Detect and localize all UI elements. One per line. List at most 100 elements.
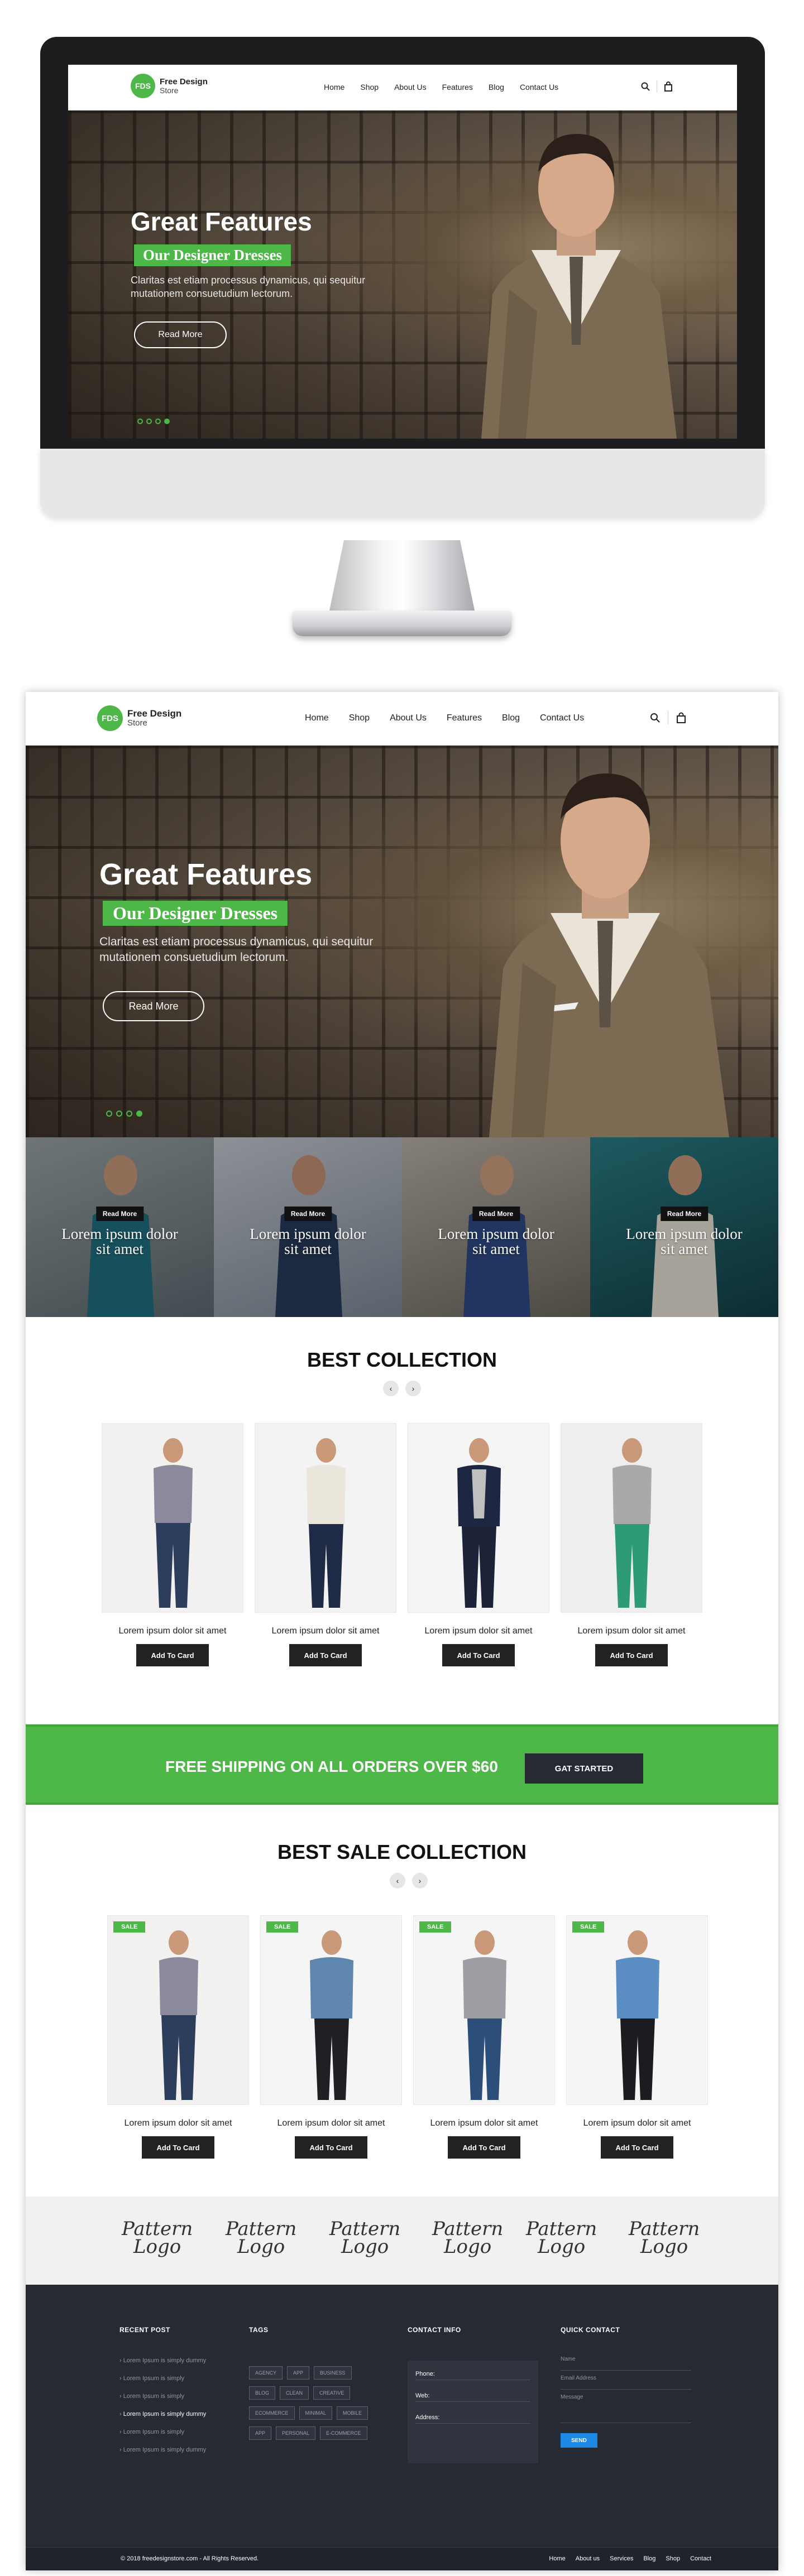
name-input[interactable]: Name [561, 2352, 691, 2371]
bag-icon[interactable] [664, 81, 673, 92]
tag-item[interactable]: CLEAN [280, 2386, 309, 2400]
logo[interactable]: FDS Free Design Store [97, 705, 181, 731]
tag-item[interactable]: APP [249, 2426, 272, 2440]
product-image[interactable] [561, 1423, 702, 1613]
brand-logo[interactable]: Pattern Logo [629, 2219, 700, 2257]
product-model-image [159, 1930, 198, 2100]
slide-dot-active[interactable] [164, 419, 170, 424]
add-to-cart-button[interactable]: Add To Card [442, 1644, 515, 1666]
nav-about[interactable]: About Us [390, 713, 427, 723]
product-image[interactable]: SALE [107, 1915, 249, 2105]
tag-item[interactable]: APP [287, 2366, 310, 2380]
tag-item[interactable]: CREATIVE [313, 2386, 351, 2400]
category-tile[interactable]: Read More Lorem ipsum dolor sit amet [214, 1137, 402, 1317]
slide-dot[interactable] [137, 419, 143, 424]
prev-arrow-button[interactable]: ‹ [383, 1381, 399, 1396]
email-input[interactable]: Email Address [561, 2371, 691, 2390]
tag-item[interactable]: ECOMMERCE [249, 2406, 295, 2420]
next-arrow-button[interactable]: › [405, 1381, 421, 1396]
prev-arrow-button[interactable]: ‹ [390, 1873, 405, 1888]
category-read-more-button[interactable]: Read More [472, 1207, 520, 1221]
add-to-cart-button[interactable]: Add To Card [595, 1644, 668, 1666]
nav-contact[interactable]: Contact Us [520, 83, 558, 92]
category-caption: Lorem ipsum dolor sit amet [61, 1225, 178, 1257]
product-image[interactable]: SALE [566, 1915, 708, 2105]
tag-item[interactable]: BUSINESS [314, 2366, 352, 2380]
category-read-more-button[interactable]: Read More [95, 1207, 144, 1221]
slide-dot[interactable] [116, 1111, 122, 1117]
send-button[interactable]: SEND [561, 2433, 597, 2448]
add-to-cart-button[interactable]: Add To Card [601, 2136, 673, 2159]
next-arrow-button[interactable]: › [412, 1873, 428, 1888]
tag-item[interactable]: MOBILE [337, 2406, 368, 2420]
nav-home[interactable]: Home [305, 713, 329, 723]
category-read-more-button[interactable]: Read More [284, 1207, 332, 1221]
footer-link-home[interactable]: Home [549, 2555, 565, 2562]
nav-features[interactable]: Features [442, 83, 473, 92]
nav-contact[interactable]: Contact Us [540, 713, 584, 723]
slide-dot-active[interactable] [136, 1111, 142, 1117]
product-card: Lorem ipsum dolor sit amet Add To Card [561, 1423, 702, 1666]
contact-address-label: Address: [415, 2414, 440, 2421]
tag-item[interactable]: MINIMAL [299, 2406, 333, 2420]
category-tile[interactable]: Read More Lorem ipsum dolor sit amet [402, 1137, 590, 1317]
slide-dot[interactable] [146, 419, 152, 424]
add-to-cart-button[interactable]: Add To Card [136, 1644, 209, 1666]
category-read-more-button[interactable]: Read More [660, 1207, 709, 1221]
message-input[interactable]: Message [561, 2390, 691, 2423]
add-to-cart-button[interactable]: Add To Card [142, 2136, 214, 2159]
category-tile[interactable]: Read More Lorem ipsum dolor sit amet [26, 1137, 214, 1317]
recent-post-link[interactable]: Lorem Ipsum is simply [119, 2429, 206, 2435]
footer-links: Home About us Services Blog Shop Contact [539, 2555, 711, 2562]
footer-link-services[interactable]: Services [610, 2555, 633, 2562]
tag-item[interactable]: BLOG [249, 2386, 276, 2400]
product-image[interactable] [255, 1423, 396, 1613]
nav-blog[interactable]: Blog [489, 83, 504, 92]
category-tile[interactable]: Read More Lorem ipsum dolor sit amet [590, 1137, 778, 1317]
hero-title: Great Features [99, 858, 313, 891]
recent-post-link[interactable]: Lorem Ipsum is simply dummy [119, 2411, 207, 2418]
brand-logo[interactable]: Pattern Logo [122, 2219, 193, 2257]
hero-read-more-button[interactable]: Read More [134, 321, 227, 348]
add-to-cart-button[interactable]: Add To Card [448, 2136, 520, 2159]
nav-shop[interactable]: Shop [349, 713, 370, 723]
nav-blog[interactable]: Blog [502, 713, 520, 723]
footer-link-shop[interactable]: Shop [666, 2555, 680, 2562]
tag-item[interactable]: E-COMMERCE [320, 2426, 367, 2440]
slide-dot[interactable] [126, 1111, 132, 1117]
hero-read-more-button[interactable]: Read More [103, 991, 204, 1021]
get-started-button[interactable]: GAT STARTED [525, 1753, 643, 1784]
bag-icon[interactable] [676, 712, 686, 723]
brand-logo[interactable]: Pattern Logo [526, 2219, 597, 2257]
recent-post-link[interactable]: Lorem Ipsum is simply [119, 2375, 206, 2382]
nav-shop[interactable]: Shop [360, 83, 379, 92]
nav-home[interactable]: Home [324, 83, 344, 92]
product-image[interactable]: SALE [413, 1915, 555, 2105]
footer-link-about[interactable]: About us [576, 2555, 600, 2562]
product-image[interactable] [408, 1423, 549, 1613]
tag-item[interactable]: PERSONAL [276, 2426, 316, 2440]
recent-post-link[interactable]: Lorem Ipsum is simply dummy [119, 2357, 207, 2364]
search-icon[interactable] [641, 82, 650, 91]
product-image[interactable] [102, 1423, 243, 1613]
mini-navbar: FDS Free Design Store Home Shop About Us… [68, 65, 737, 110]
footer-link-blog[interactable]: Blog [643, 2555, 655, 2562]
product-image[interactable]: SALE [260, 1915, 402, 2105]
add-to-cart-button[interactable]: Add To Card [289, 1644, 362, 1666]
tag-item[interactable]: AGENCY [249, 2366, 283, 2380]
nav-about[interactable]: About Us [394, 83, 427, 92]
slide-dot[interactable] [155, 419, 161, 424]
slide-dot[interactable] [106, 1111, 112, 1117]
mini-logo[interactable]: FDS Free Design Store [131, 74, 208, 98]
recent-post-link[interactable]: Lorem Ipsum is simply [119, 2393, 206, 2400]
search-icon[interactable] [650, 713, 660, 723]
product-model-image [154, 1438, 193, 1608]
footer-link-contact[interactable]: Contact [690, 2555, 711, 2562]
recent-post-link[interactable]: Lorem Ipsum is simply dummy [119, 2447, 207, 2453]
brand-logo[interactable]: Pattern Logo [329, 2219, 400, 2257]
slider-dots [106, 1111, 142, 1117]
brand-logo[interactable]: Pattern Logo [226, 2219, 296, 2257]
brand-logo[interactable]: Pattern Logo [432, 2219, 503, 2257]
nav-features[interactable]: Features [447, 713, 482, 723]
add-to-cart-button[interactable]: Add To Card [295, 2136, 367, 2159]
